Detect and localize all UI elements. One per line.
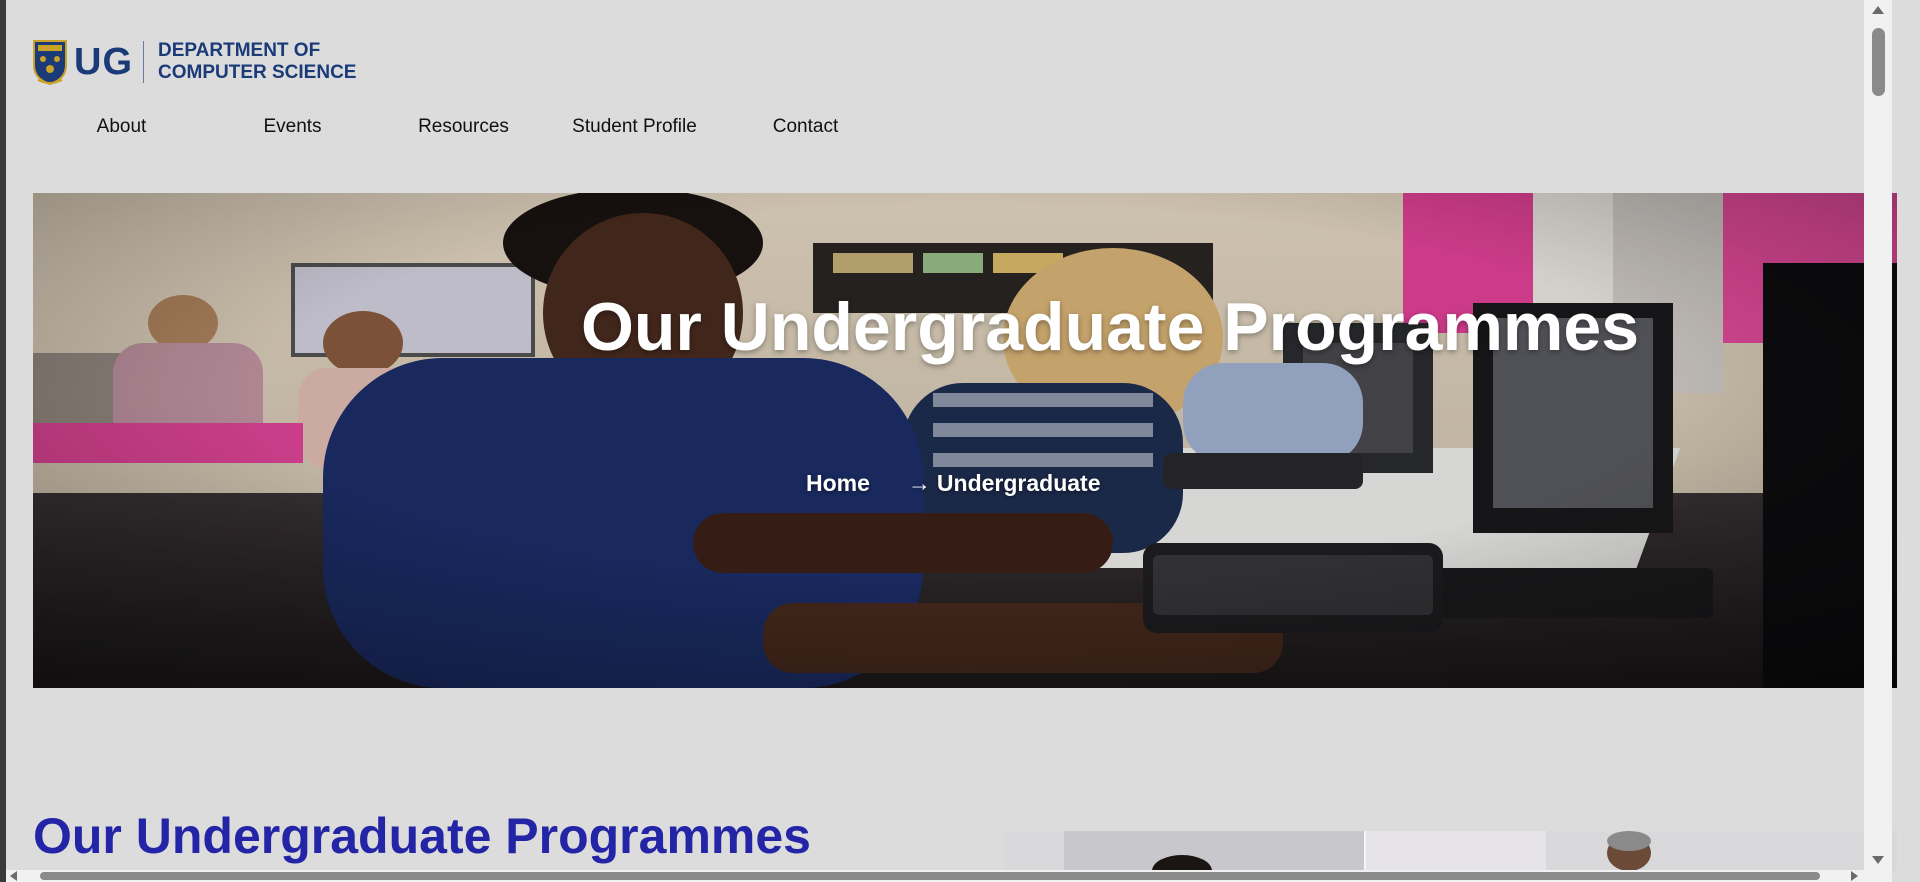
vertical-scrollbar-thumb[interactable]: [1872, 28, 1885, 96]
programme-image-graphic: [1004, 831, 1897, 871]
hero-title: Our Undergraduate Programmes: [580, 289, 1640, 365]
breadcrumb-arrow-icon: →: [907, 470, 931, 496]
scroll-up-icon[interactable]: [1872, 6, 1884, 14]
page: UG DEPARTMENT OF COMPUTER SCIENCE About …: [6, 0, 1897, 871]
logo-divider: [143, 41, 144, 83]
nav-item-contact[interactable]: Contact: [720, 112, 891, 142]
vertical-scrollbar[interactable]: [1864, 0, 1892, 870]
scroll-down-icon[interactable]: [1872, 856, 1884, 864]
scroll-right-icon[interactable]: [1851, 871, 1858, 881]
breadcrumb-home-link[interactable]: Home: [806, 470, 870, 497]
department-name-line2: COMPUTER SCIENCE: [158, 62, 357, 83]
department-name: DEPARTMENT OF COMPUTER SCIENCE: [158, 40, 356, 84]
programme-image: [1004, 831, 1897, 871]
crest-icon: [33, 40, 67, 85]
nav-item-events[interactable]: Events: [207, 112, 378, 142]
horizontal-scrollbar[interactable]: [6, 870, 1892, 882]
nav-item-resources[interactable]: Resources: [378, 112, 549, 142]
nav-item-student-profile[interactable]: Student Profile: [549, 112, 720, 142]
breadcrumb-current: Undergraduate: [936, 470, 1101, 496]
hero-image: [33, 193, 1897, 688]
nav-item-about[interactable]: About: [36, 112, 207, 142]
breadcrumb: Home → Undergraduate: [806, 470, 1101, 497]
main-nav: About Events Resources Student Profile C…: [36, 112, 891, 142]
ug-wordmark: UG: [74, 40, 133, 83]
scroll-left-icon[interactable]: [10, 871, 17, 881]
department-logo[interactable]: UG DEPARTMENT OF COMPUTER SCIENCE: [32, 38, 356, 86]
department-name-line1: DEPARTMENT OF: [158, 40, 321, 61]
horizontal-scrollbar-thumb[interactable]: [40, 872, 1820, 880]
hero-banner: Our Undergraduate Programmes Home → Unde…: [33, 193, 1897, 688]
section-title: Our Undergraduate Programmes: [33, 808, 811, 864]
